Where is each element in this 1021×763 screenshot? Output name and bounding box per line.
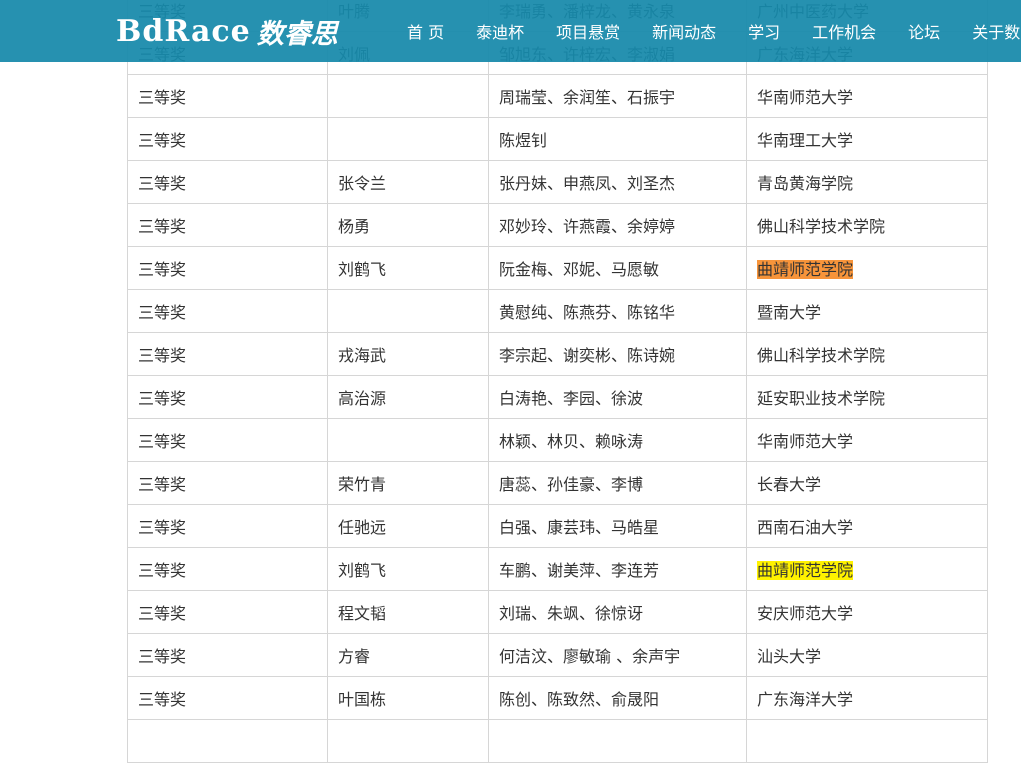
advisor-cell: 戎海武 [327,332,489,376]
nav-item-news[interactable]: 新闻动态 [652,19,716,43]
award-cell: 三等奖 [127,504,328,548]
table-row: 三等奖 陈煜钊 华南理工大学 [127,117,988,161]
advisor-cell: 杨勇 [327,203,489,247]
award-cell: 三等奖 [127,375,328,419]
school-cell: 华南师范大学 [746,418,988,462]
members-cell: 何洁汶、廖敏瑜 、余声宇 [488,633,747,677]
highlighted-school-text: 曲靖师范学院 [757,561,854,580]
award-table-body: 三等奖叶腾李瑞勇、潘梓龙、黄永泉广州中医药大学三等奖刘佩邹旭东、许梓宏、李淑娟广… [127,0,988,763]
members-cell: 白强、康芸玮、马皓星 [488,504,747,548]
advisor-cell: 方睿 [327,633,489,677]
award-cell: 三等奖 [127,160,328,204]
school-cell: 华南师范大学 [746,74,988,118]
award-cell: 三等奖 [127,633,328,677]
highlighted-school-text: 曲靖师范学院 [757,260,854,279]
table-row: 三等奖 杨勇 邓妙玲、许燕霞、余婷婷 佛山科学技术学院 [127,203,988,247]
table-row: 三等奖 周瑞莹、余润笙、石振宇 华南师范大学 [127,74,988,118]
advisor-cell: 荣竹青 [327,461,489,505]
award-cell: 三等奖 [127,590,328,634]
members-cell: 黄慰纯、陈燕芬、陈铭华 [488,289,747,333]
school-cell: 广东海洋大学 [746,676,988,720]
advisor-cell [327,289,489,333]
school-cell: 延安职业技术学院 [746,375,988,419]
award-cell: 三等奖 [127,332,328,376]
table-row: 三等奖 高治源 白涛艳、李园、徐波 延安职业技术学院 [127,375,988,419]
school-cell: 佛山科学技术学院 [746,332,988,376]
nav-item-learning[interactable]: 学习 [748,19,780,43]
advisor-cell: 刘鹤飞 [327,246,489,290]
members-cell: 刘瑞、朱飒、徐惊讶 [488,590,747,634]
table-row: 三等奖 叶国栋 陈创、陈致然、俞晟阳 广东海洋大学 [127,676,988,720]
members-cell: 林颖、林贝、赖咏涛 [488,418,747,462]
advisor-cell: 叶国栋 [327,676,489,720]
members-cell: 陈煜钊 [488,117,747,161]
members-cell: 阮金梅、邓妮、马愿敏 [488,246,747,290]
advisor-cell: 任驰远 [327,504,489,548]
school-cell: 青岛黄海学院 [746,160,988,204]
logo-cn-text: 数睿思 [256,18,338,50]
school-cell [746,719,988,763]
members-cell: 李宗起、谢奕彬、陈诗婉 [488,332,747,376]
nav-item-project-bounty[interactable]: 项目悬赏 [556,19,620,43]
nav-item-taidi-cup[interactable]: 泰迪杯 [476,19,524,43]
advisor-cell: 刘鹤飞 [327,547,489,591]
nav-item-forum[interactable]: 论坛 [908,19,940,43]
advisor-cell [327,117,489,161]
site-logo[interactable]: BdRace 数睿思 [116,11,338,51]
award-cell: 三等奖 [127,117,328,161]
award-cell: 三等奖 [127,676,328,720]
award-cell: 三等奖 [127,74,328,118]
table-row: 三等奖 任驰远 白强、康芸玮、马皓星 西南石油大学 [127,504,988,548]
award-cell: 三等奖 [127,203,328,247]
school-cell: 曲靖师范学院 [746,547,988,591]
award-cell: 三等奖 [127,289,328,333]
advisor-cell: 程文韬 [327,590,489,634]
table-row: 三等奖 程文韬 刘瑞、朱飒、徐惊讶 安庆师范大学 [127,590,988,634]
table-row: 三等奖 戎海武 李宗起、谢奕彬、陈诗婉 佛山科学技术学院 [127,332,988,376]
school-cell: 长春大学 [746,461,988,505]
members-cell: 邓妙玲、许燕霞、余婷婷 [488,203,747,247]
table-row: 三等奖 林颖、林贝、赖咏涛 华南师范大学 [127,418,988,462]
nav-item-jobs[interactable]: 工作机会 [812,19,876,43]
award-cell: 三等奖 [127,461,328,505]
school-cell: 曲靖师范学院 [746,246,988,290]
school-cell: 佛山科学技术学院 [746,203,988,247]
advisor-cell [327,418,489,462]
award-cell: 三等奖 [127,418,328,462]
advisor-cell: 高治源 [327,375,489,419]
advisor-cell: 张令兰 [327,160,489,204]
nav-item-home[interactable]: 首 页 [407,19,444,43]
table-row: 三等奖 刘鹤飞 阮金梅、邓妮、马愿敏 曲靖师范学院 [127,246,988,290]
members-cell: 白涛艳、李园、徐波 [488,375,747,419]
award-cell: 三等奖 [127,246,328,290]
award-cell: 三等奖 [127,547,328,591]
table-row: 三等奖 黄慰纯、陈燕芬、陈铭华 暨南大学 [127,289,988,333]
award-table-container: 三等奖叶腾李瑞勇、潘梓龙、黄永泉广州中医药大学三等奖刘佩邹旭东、许梓宏、李淑娟广… [127,0,988,763]
table-row: 三等奖 张令兰 张丹妹、申燕凤、刘圣杰 青岛黄海学院 [127,160,988,204]
school-cell: 汕头大学 [746,633,988,677]
school-cell: 西南石油大学 [746,504,988,548]
table-row: 三等奖 刘鹤飞 车鹏、谢美萍、李连芳 曲靖师范学院 [127,547,988,591]
nav-item-about[interactable]: 关于数睿思 [972,19,1021,43]
advisor-cell [327,719,489,763]
members-cell: 车鹏、谢美萍、李连芳 [488,547,747,591]
award-cell [127,719,328,763]
logo-text: BdRace [116,13,251,49]
school-cell: 暨南大学 [746,289,988,333]
school-cell: 华南理工大学 [746,117,988,161]
main-nav: 首 页 泰迪杯 项目悬赏 新闻动态 学习 工作机会 论坛 关于数睿思 [407,0,1021,62]
table-row: 三等奖 荣竹青 唐蕊、孙佳豪、李博 长春大学 [127,461,988,505]
table-row [127,719,988,763]
award-table: 三等奖叶腾李瑞勇、潘梓龙、黄永泉广州中医药大学三等奖刘佩邹旭东、许梓宏、李淑娟广… [127,0,988,763]
site-header: BdRace 数睿思 首 页 泰迪杯 项目悬赏 新闻动态 学习 工作机会 论坛 … [0,0,1021,62]
members-cell: 张丹妹、申燕凤、刘圣杰 [488,160,747,204]
members-cell: 陈创、陈致然、俞晟阳 [488,676,747,720]
table-row: 三等奖 方睿 何洁汶、廖敏瑜 、余声宇 汕头大学 [127,633,988,677]
school-cell: 安庆师范大学 [746,590,988,634]
advisor-cell [327,74,489,118]
members-cell [488,719,747,763]
members-cell: 周瑞莹、余润笙、石振宇 [488,74,747,118]
members-cell: 唐蕊、孙佳豪、李博 [488,461,747,505]
